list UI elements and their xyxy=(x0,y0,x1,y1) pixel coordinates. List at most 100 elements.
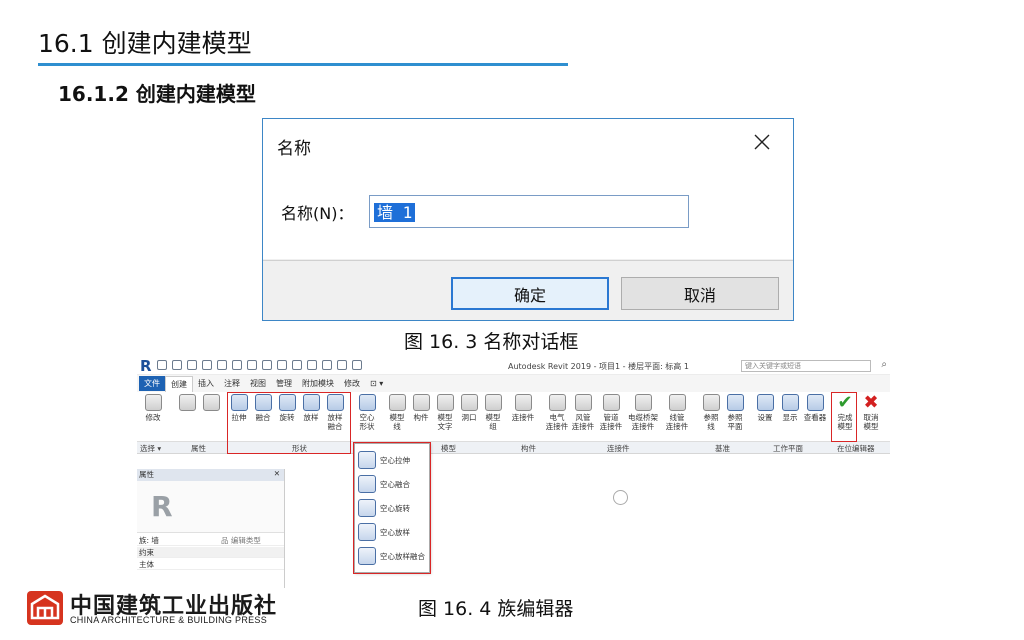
figure-caption-name-dialog: 图 16. 3 名称对话框 xyxy=(404,331,579,353)
tab-contextual[interactable]: ⊡ ▾ xyxy=(365,377,388,390)
redo-icon[interactable] xyxy=(217,360,227,370)
tab-modify[interactable]: 修改 xyxy=(339,376,365,391)
revit-family-editor: R Autodesk Revit 2019 - 项目1 - 楼层平面: 标高 1… xyxy=(137,356,890,588)
measure-icon[interactable] xyxy=(247,360,257,370)
ok-button[interactable]: 确定 xyxy=(451,277,609,310)
publisher-name-en: CHINA ARCHITECTURE & BUILDING PRESS xyxy=(70,615,268,625)
conduit-connector-icon xyxy=(668,394,686,411)
section-icon[interactable] xyxy=(307,360,317,370)
opening-button[interactable]: 洞口 xyxy=(457,394,481,422)
family-category-icon xyxy=(202,394,220,411)
figure-caption-family-editor: 图 16. 4 族编辑器 xyxy=(418,598,574,620)
panel-select[interactable]: 选择 ▾ xyxy=(140,443,161,454)
reference-line-icon xyxy=(702,394,720,411)
show-workplane-icon xyxy=(781,394,799,411)
reference-plane-icon xyxy=(726,394,744,411)
dialog-divider xyxy=(263,260,793,261)
reference-line-button[interactable]: 参照 线 xyxy=(699,394,723,431)
family-category-button[interactable] xyxy=(199,394,223,411)
publisher-logo: 中国建筑工业出版社 CHINA ARCHITECTURE & BUILDING … xyxy=(26,588,326,628)
void-forms-icon xyxy=(358,394,376,411)
set-workplane-icon xyxy=(756,394,774,411)
tab-annotate[interactable]: 注释 xyxy=(219,376,245,391)
tab-view[interactable]: 视图 xyxy=(245,376,271,391)
cancel-model-button[interactable]: ✖ 取消 模型 xyxy=(859,394,883,432)
thin-lines-icon[interactable] xyxy=(322,360,332,370)
quick-access-icons xyxy=(157,360,362,370)
title-divider xyxy=(38,63,568,66)
model-line-icon xyxy=(388,394,406,411)
open-icon[interactable] xyxy=(157,360,167,370)
electrical-connector-button[interactable]: 电气 连接件 xyxy=(545,394,569,431)
forms-highlight-box xyxy=(227,392,351,454)
properties-group-constraints[interactable]: 约束 xyxy=(137,547,284,558)
panel-in-place-editor: 在位编辑器 xyxy=(837,444,875,453)
name-dialog: 名称 名称(N)： 墙 1 确定 取消 xyxy=(262,118,794,321)
component-icon xyxy=(412,394,430,411)
connector-button[interactable]: 连接件 xyxy=(511,394,535,422)
text-icon[interactable] xyxy=(277,360,287,370)
finish-model-highlight-box xyxy=(831,392,857,442)
cursor-indicator xyxy=(613,490,628,505)
conduit-connector-button[interactable]: 线管 连接件 xyxy=(665,394,689,431)
switch-windows-icon[interactable] xyxy=(352,360,362,370)
opening-icon xyxy=(460,394,478,411)
revit-logo[interactable]: R xyxy=(140,357,152,375)
model-line-button[interactable]: 模型 线 xyxy=(385,394,409,431)
model-text-button[interactable]: 模型 文字 xyxy=(433,394,457,431)
edit-type-button[interactable]: 品 编辑类型 xyxy=(221,535,261,546)
tab-addins[interactable]: 附加模块 xyxy=(297,376,339,391)
properties-header: 属性 ✕ xyxy=(137,469,284,481)
sync-icon[interactable] xyxy=(187,360,197,370)
family-types-icon xyxy=(178,394,196,411)
viewer-button[interactable]: 查看器 xyxy=(803,394,827,422)
properties-row-host: 主体 xyxy=(137,559,284,570)
panel-component: 构件 xyxy=(521,444,536,453)
close-hidden-icon[interactable] xyxy=(337,360,347,370)
name-input[interactable]: 墙 1 xyxy=(369,195,689,228)
connector-icon xyxy=(514,394,532,411)
duct-connector-button[interactable]: 风管 连接件 xyxy=(571,394,595,431)
reference-plane-button[interactable]: 参照 平面 xyxy=(723,394,747,431)
model-group-button[interactable]: 模型 组 xyxy=(481,394,505,431)
print-icon[interactable] xyxy=(232,360,242,370)
panel-connectors: 连接件 xyxy=(607,444,630,453)
section-title: 16.1.2 创建内建模型 xyxy=(58,82,256,106)
tab-insert[interactable]: 插入 xyxy=(193,376,219,391)
revit-family-icon: R xyxy=(151,490,173,523)
tab-file[interactable]: 文件 xyxy=(139,376,165,391)
pipe-connector-button[interactable]: 管道 连接件 xyxy=(599,394,623,431)
pointer-icon xyxy=(144,394,162,411)
duct-connector-icon xyxy=(574,394,592,411)
set-workplane-button[interactable]: 设置 xyxy=(753,394,777,422)
search-input[interactable]: 键入关键字或短语 xyxy=(741,360,871,372)
ribbon-tabs: 文件 创建 插入 注释 视图 管理 附加模块 修改 ⊡ ▾ xyxy=(137,375,890,392)
void-menu-highlight-box xyxy=(353,442,431,574)
panel-datum: 基准 xyxy=(715,444,730,453)
pipe-connector-icon xyxy=(602,394,620,411)
cancel-button[interactable]: 取消 xyxy=(621,277,779,310)
tab-manage[interactable]: 管理 xyxy=(271,376,297,391)
show-workplane-button[interactable]: 显示 xyxy=(778,394,802,422)
page-title: 16.1 创建内建模型 xyxy=(38,29,252,58)
undo-icon[interactable] xyxy=(202,360,212,370)
panel-work-plane: 工作平面 xyxy=(773,444,803,453)
viewer-icon xyxy=(806,394,824,411)
close-icon[interactable]: ✕ xyxy=(274,469,280,478)
type-selector[interactable]: 族: 墙 品 编辑类型 xyxy=(137,535,284,546)
binoculars-icon[interactable]: ⌕ xyxy=(881,359,887,370)
void-forms-button[interactable]: 空心 形状 xyxy=(355,394,379,431)
cable-tray-connector-button[interactable]: 电缆桥架 连接件 xyxy=(628,394,658,431)
modify-button[interactable]: 修改 xyxy=(141,394,165,422)
close-icon[interactable] xyxy=(751,131,773,153)
component-button[interactable]: 构件 xyxy=(409,394,433,422)
save-icon[interactable] xyxy=(172,360,182,370)
cable-tray-connector-icon xyxy=(634,394,652,411)
family-types-button[interactable] xyxy=(175,394,199,411)
tab-create[interactable]: 创建 xyxy=(165,375,193,392)
electrical-connector-icon xyxy=(548,394,566,411)
3d-view-icon[interactable] xyxy=(292,360,302,370)
dimension-icon[interactable] xyxy=(262,360,272,370)
app-title: Autodesk Revit 2019 - 项目1 - 楼层平面: 标高 1 xyxy=(508,362,689,371)
quick-access-toolbar: R Autodesk Revit 2019 - 项目1 - 楼层平面: 标高 1… xyxy=(137,356,890,375)
